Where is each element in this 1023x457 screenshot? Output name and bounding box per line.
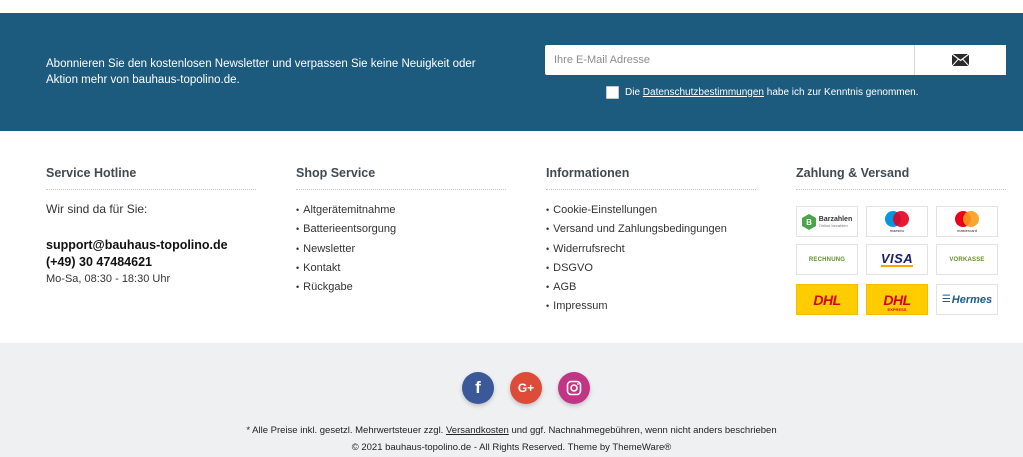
copyright: © 2021 bauhaus-topolino.de - All Rights … bbox=[351, 442, 672, 453]
hotline-phone[interactable]: (+49) 30 47484621 bbox=[46, 255, 256, 269]
informationen-column: Informationen Cookie-Einstellungen Versa… bbox=[546, 166, 756, 317]
informationen-link[interactable]: Versand und Zahlungsbedingungen bbox=[546, 220, 756, 239]
shop-service-link[interactable]: Altgerätemitnahme bbox=[296, 201, 506, 220]
legal-suffix: und ggf. Nachnahmegebühren, wenn nicht a… bbox=[511, 425, 777, 436]
shipping-costs-link[interactable]: Versandkosten bbox=[446, 425, 509, 436]
newsletter-section: Abonnieren Sie den kostenlosen Newslette… bbox=[0, 13, 1023, 131]
facebook-glyph: f bbox=[475, 378, 481, 397]
dhl-express-label: DHL bbox=[883, 291, 911, 308]
legal-line-1: * Alle Preise inkl. gesetzl. Mehrwertste… bbox=[0, 422, 1023, 439]
hotline-title: Service Hotline bbox=[46, 166, 256, 190]
hotline-email[interactable]: support@bauhaus-topolino.de bbox=[46, 238, 256, 252]
informationen-list: Cookie-Einstellungen Versand und Zahlung… bbox=[546, 201, 756, 317]
informationen-link[interactable]: Widerrufsrecht bbox=[546, 240, 756, 259]
envelope-icon bbox=[952, 54, 969, 66]
barzahlen-label: Barzahlen bbox=[818, 215, 853, 223]
informationen-link[interactable]: DSGVO bbox=[546, 259, 756, 278]
legal-text: * Alle Preise inkl. gesetzl. Mehrwertste… bbox=[0, 422, 1023, 456]
mastercard-logo: mastercard bbox=[936, 206, 998, 237]
maestro-logo: maestro bbox=[866, 206, 928, 237]
newsletter-submit-button[interactable] bbox=[914, 45, 1006, 75]
hermes-icon: ☰ bbox=[941, 294, 951, 305]
mastercard-label: mastercard bbox=[956, 228, 977, 233]
visa-label: VISA bbox=[880, 250, 914, 267]
shop-service-title: Shop Service bbox=[296, 166, 506, 190]
instagram-glyph bbox=[566, 380, 582, 396]
instagram-icon[interactable] bbox=[558, 372, 590, 404]
informationen-title: Informationen bbox=[546, 166, 756, 190]
rechnung-label: RECHNUNG bbox=[808, 256, 846, 263]
hermes-logo: ☰ Hermes bbox=[936, 284, 998, 315]
payment-title: Zahlung & Versand bbox=[796, 166, 1006, 190]
mastercard-icon bbox=[955, 211, 979, 227]
informationen-link[interactable]: Impressum bbox=[546, 297, 756, 316]
consent-prefix: Die bbox=[625, 86, 641, 98]
payment-column: Zahlung & Versand bbox=[796, 166, 1006, 190]
shop-service-link[interactable]: Batterieentsorgung bbox=[296, 220, 506, 239]
vorkasse-label: VORKASSE bbox=[949, 256, 985, 263]
privacy-policy-link[interactable]: Datenschutzbestimmungen bbox=[643, 87, 764, 98]
google-plus-icon[interactable]: G+ bbox=[510, 372, 542, 404]
dhl-express-logo: DHL EXPRESS bbox=[866, 284, 928, 315]
informationen-link[interactable]: Cookie-Einstellungen bbox=[546, 201, 756, 220]
hotline-lead: Wir sind da für Sie: bbox=[46, 202, 148, 216]
barzahlen-icon: B bbox=[801, 213, 816, 230]
newsletter-email-input[interactable] bbox=[545, 45, 914, 75]
footer-bottom-bar: f G+ * Alle Preise inkl. gesetzl. Mehrwe… bbox=[0, 343, 1023, 457]
hotline-hours: Mo-Sa, 08:30 - 18:30 Uhr bbox=[46, 273, 171, 285]
dhl-express-sub: EXPRESS bbox=[887, 307, 907, 312]
barzahlen-logo: B Barzahlen Online bezahlen bbox=[796, 206, 858, 237]
hotline-column: Service Hotline Wir sind da für Sie: sup… bbox=[46, 166, 256, 285]
vorkasse-logo: VORKASSE bbox=[936, 244, 998, 275]
shop-service-list: Altgerätemitnahme Batterieentsorgung New… bbox=[296, 201, 506, 297]
maestro-icon bbox=[885, 211, 909, 227]
visa-logo: VISA bbox=[866, 244, 928, 275]
newsletter-text: Abonnieren Sie den kostenlosen Newslette… bbox=[46, 58, 476, 86]
shop-service-link[interactable]: Kontakt bbox=[296, 259, 506, 278]
dhl-label: DHL bbox=[813, 291, 841, 308]
newsletter-consent: Die Datenschutzbestimmungen habe ich zur… bbox=[606, 85, 919, 99]
barzahlen-sub: Online bezahlen bbox=[818, 222, 848, 228]
legal-prefix: * Alle Preise inkl. gesetzl. Mehrwertste… bbox=[246, 425, 444, 436]
informationen-link[interactable]: AGB bbox=[546, 278, 756, 297]
rechnung-logo: RECHNUNG bbox=[796, 244, 858, 275]
payment-logos: B Barzahlen Online bezahlen maestro mast… bbox=[796, 206, 1006, 316]
dhl-logo: DHL bbox=[796, 284, 858, 315]
shop-service-link[interactable]: Rückgabe bbox=[296, 278, 506, 297]
hermes-label: Hermes bbox=[951, 293, 993, 306]
shop-service-column: Shop Service Altgerätemitnahme Batteriee… bbox=[296, 166, 506, 297]
consent-suffix: habe ich zur Kenntnis genommen. bbox=[766, 86, 919, 98]
maestro-label: maestro bbox=[889, 228, 905, 233]
shop-service-link[interactable]: Newsletter bbox=[296, 240, 506, 259]
newsletter-form bbox=[545, 45, 1006, 75]
svg-text:B: B bbox=[806, 218, 812, 227]
consent-checkbox[interactable] bbox=[606, 85, 619, 99]
google-plus-glyph: G+ bbox=[517, 381, 535, 395]
facebook-icon[interactable]: f bbox=[462, 372, 494, 404]
